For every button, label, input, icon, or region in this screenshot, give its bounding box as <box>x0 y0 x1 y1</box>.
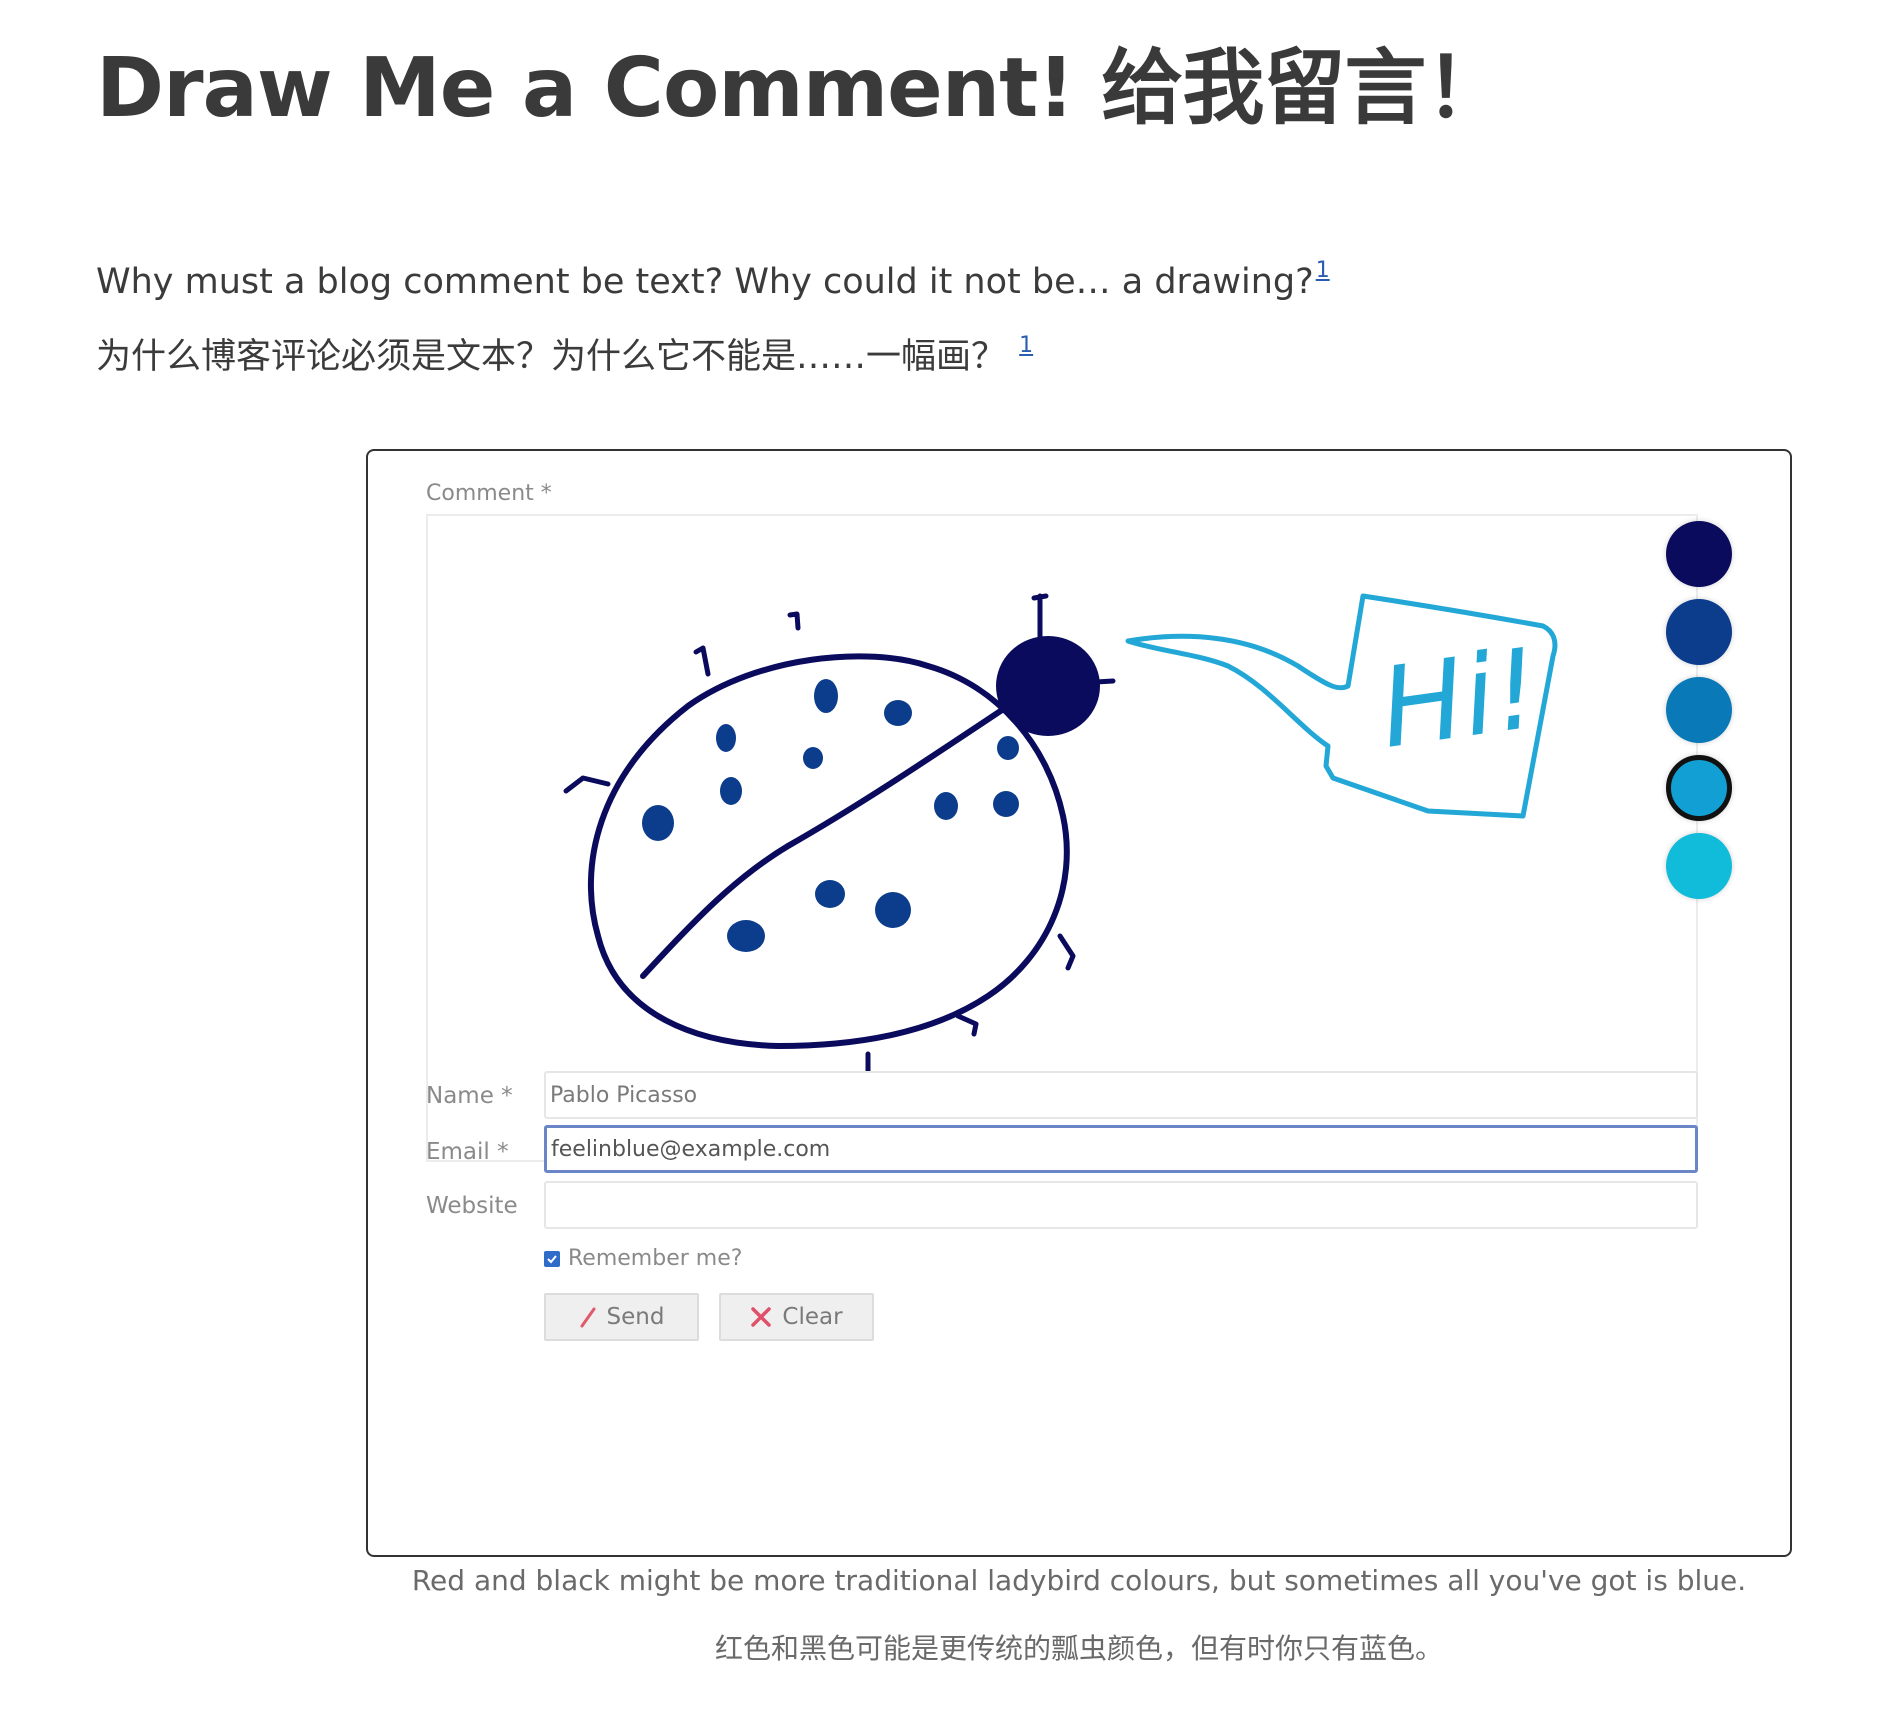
footnote-ref-zh: 1 <box>1019 333 1033 358</box>
color-swatch[interactable] <box>1666 833 1732 899</box>
send-button[interactable]: Send <box>544 1293 699 1341</box>
color-swatch[interactable] <box>1666 599 1732 665</box>
website-input[interactable] <box>544 1181 1698 1229</box>
ladybird-drawing: Hi! <box>563 593 1558 1093</box>
ladybird <box>563 593 1116 1093</box>
speech-bubble-text: Hi! <box>1373 624 1547 773</box>
clear-button[interactable]: Clear <box>719 1293 874 1341</box>
email-label: Email * <box>426 1139 509 1165</box>
comment-form-screenshot: Comment * Hi! Name * Pablo Picasso Email… <box>366 449 1792 1557</box>
remember-me[interactable]: Remember me? <box>544 1246 742 1271</box>
ladybird-head <box>996 636 1100 736</box>
color-swatch[interactable] <box>1666 677 1732 743</box>
page-title: Draw Me a Comment! 给我留言！ <box>96 41 1507 136</box>
intro-text-zh: 为什么博客评论必须是文本？为什么它不能是……一幅画？ <box>96 337 1007 377</box>
figure-caption-zh: 红色和黑色可能是更传统的瓢虫颜色，但有时你只有蓝色。 <box>714 1632 1443 1665</box>
color-swatch[interactable] <box>1666 521 1732 587</box>
pencil-icon <box>579 1306 597 1328</box>
color-swatch[interactable] <box>1666 755 1732 821</box>
ladybird-antenna <box>1031 593 1049 641</box>
footnote-ref-en: 1 <box>1316 258 1330 283</box>
intro-paragraph-zh: 为什么博客评论必须是文本？为什么它不能是……一幅画？ 1 <box>96 323 1033 380</box>
name-label: Name * <box>426 1083 513 1109</box>
comment-label: Comment * <box>426 481 552 506</box>
figure-caption-en: Red and black might be more traditional … <box>411 1564 1747 1597</box>
intro-text-en: Why must a blog comment be text? Why cou… <box>96 262 1314 302</box>
check-icon <box>547 1254 557 1263</box>
send-label: Send <box>606 1304 665 1330</box>
email-input[interactable] <box>544 1125 1698 1173</box>
remember-checkbox[interactable] <box>544 1250 560 1267</box>
website-label: Website <box>426 1193 518 1219</box>
footnote-link-en[interactable]: 1 <box>1316 258 1330 283</box>
remember-label: Remember me? <box>568 1246 743 1271</box>
intro-paragraph-en: Why must a blog comment be text? Why cou… <box>96 248 1330 305</box>
name-input[interactable] <box>544 1071 1698 1119</box>
drawing-canvas[interactable]: Hi! <box>426 514 1698 1162</box>
footnote-link-zh[interactable]: 1 <box>1019 333 1033 358</box>
clear-label: Clear <box>782 1304 843 1330</box>
ladybird-wing-split <box>640 703 1011 979</box>
ladybird-spots <box>642 679 1019 952</box>
close-icon <box>750 1306 772 1328</box>
